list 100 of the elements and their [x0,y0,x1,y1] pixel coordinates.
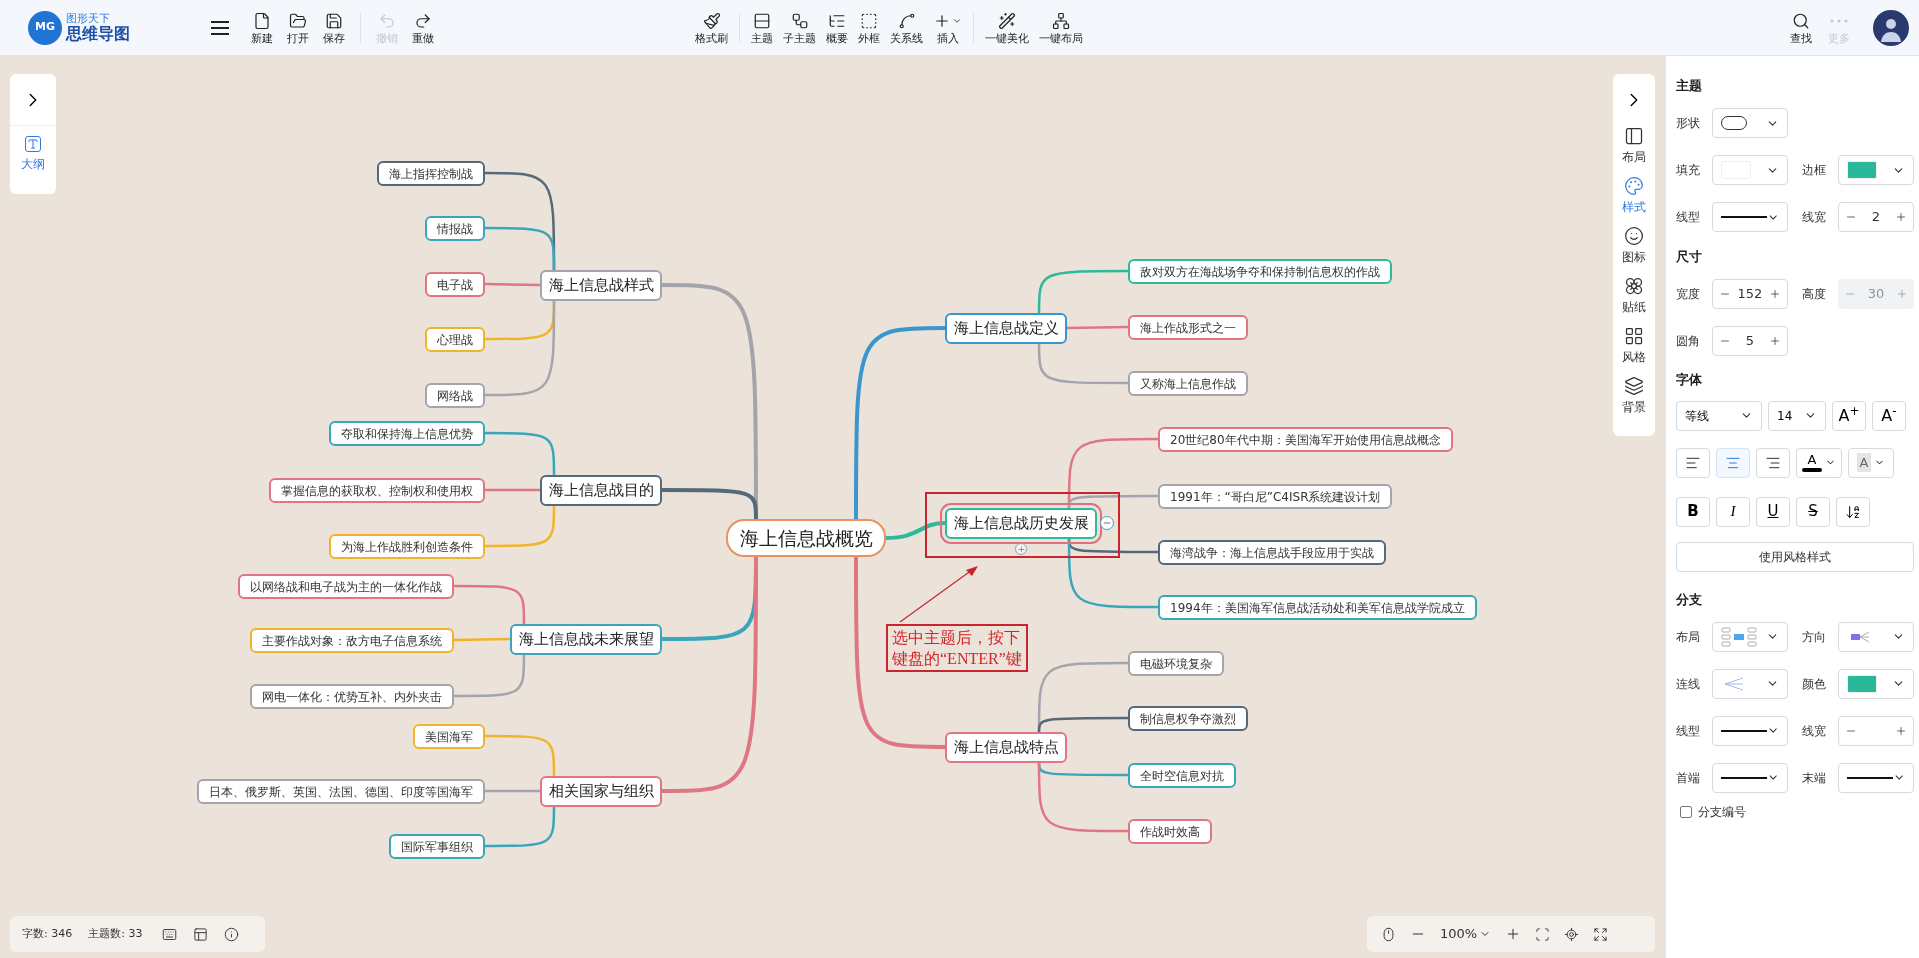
increment-icon[interactable] [1895,724,1907,737]
collapse-button[interactable] [1100,516,1114,530]
align-button[interactable] [1716,447,1750,478]
toolbar-button[interactable]: 主题 [746,11,778,44]
subtopic-node[interactable]: 1994年：美国海军信息战活动处和美军信息战学院成立 [1158,595,1477,620]
topic-node[interactable]: 海上信息战未来展望 [510,624,662,655]
subtopic-node[interactable]: 20世纪80年代中期：美国海军开始使用信息战概念 [1158,427,1453,452]
toolbar-button[interactable]: 外框 [853,11,885,44]
side-rail-tab[interactable]: 样式 [1622,176,1646,216]
outline-tab[interactable]: 大纲 [21,136,45,173]
root-topic-node[interactable]: 海上信息战概览 [726,519,886,557]
locate-icon[interactable] [1564,926,1580,942]
topic-node[interactable]: 相关国家与组织 [540,776,662,807]
side-rail-tab[interactable]: 背景 [1622,376,1646,416]
sort-button[interactable] [1836,496,1870,527]
more-icon [1830,18,1848,23]
line-style-select[interactable] [1712,202,1788,232]
text-style-button[interactable]: U [1756,496,1790,527]
subtopic-node[interactable]: 海湾战争：海上信息战手段应用于实战 [1158,540,1386,565]
subtopic-node[interactable]: 为海上作战胜利创造条件 [329,534,485,559]
subtopic-node[interactable]: 掌握信息的获取权、控制权和使用权 [269,478,485,503]
info-icon[interactable] [224,926,240,942]
highlight-color-select[interactable]: A [1848,447,1894,478]
subtopic-node[interactable]: 作战时效高 [1128,819,1212,844]
toolbar-button[interactable]: 概要 [821,11,853,44]
subtopic-node[interactable]: 网电一体化：优势互补、内外夹击 [250,684,454,709]
subtopic-node[interactable]: 海上作战形式之一 [1128,315,1248,340]
subtopic-node[interactable]: 海上指挥控制战 [377,161,485,186]
menu-button[interactable] [210,19,230,36]
subtopic-node[interactable]: 1991年：“哥白尼”C4ISR系统建设计划 [1158,484,1393,509]
align-button[interactable] [1756,447,1790,478]
branch-layout-select[interactable] [1712,621,1788,652]
font-family-select[interactable]: 等线 [1676,400,1762,431]
keyboard-icon[interactable] [162,926,178,942]
subtopic-node[interactable]: 以网络战和电子战为主的一体化作战 [238,574,454,599]
checkbox[interactable] [1680,806,1692,818]
fullscreen-icon[interactable] [1593,926,1609,942]
text-style-button[interactable]: I [1716,496,1750,527]
subtopic-node[interactable]: 美国海军 [413,724,485,749]
dashed-square-icon [860,11,878,30]
subtopic-node[interactable]: 心理战 [425,327,485,352]
subtopic-node[interactable]: 电子战 [425,272,485,297]
direction-select[interactable] [1838,621,1914,652]
subtopic-node[interactable]: 电磁环境复杂 [1128,651,1224,676]
fit-icon[interactable] [1535,926,1551,942]
font-size-select[interactable]: 14 [1768,400,1826,431]
side-rail-tab[interactable]: 布局 [1622,126,1646,166]
toolbar-button[interactable]: 一键美化 [980,11,1034,44]
subtopic-node[interactable]: 敌对双方在海战场争夺和保持制信息权的作战 [1128,259,1392,284]
font-grow-button[interactable]: A$^{+}$ [1832,400,1866,431]
avatar[interactable] [1873,9,1909,46]
subtopic-node[interactable]: 主要作战对象：敌方电子信息系统 [250,628,454,653]
subtopic-node[interactable]: 情报战 [425,216,485,241]
start-cap-select[interactable] [1712,762,1788,793]
increment-icon[interactable] [1769,334,1781,347]
side-rail-tab[interactable]: 风格 [1622,326,1646,366]
mouse-icon[interactable] [1381,926,1396,942]
toolbar-button[interactable]: 打开 [282,11,314,44]
font-shrink-button[interactable]: A$^{-}$ [1872,400,1906,431]
apply-style-button[interactable]: 使用风格样式 [1676,541,1914,572]
toolbar-button[interactable]: 关系线 [885,11,928,44]
toolbar-button[interactable]: 重做 [407,11,439,44]
subtopic-node[interactable]: 网络战 [425,383,485,408]
toolbar-button[interactable]: 插入 [928,11,967,44]
toolbar-button[interactable]: 新建 [246,11,278,44]
subtopic-node[interactable]: 夺取和保持海上信息优势 [329,421,485,446]
increment-icon[interactable] [1769,287,1781,300]
topic-node[interactable]: 海上信息战特点 [945,732,1067,763]
increment-icon[interactable] [1895,211,1907,223]
branch-line-style-select[interactable] [1712,715,1788,746]
border-select[interactable] [1838,155,1914,185]
width-stepper[interactable]: 152 [1712,278,1788,309]
toolbar-button[interactable]: 子主题 [778,11,821,44]
text-style-button[interactable]: B [1676,496,1710,527]
side-rail-tab[interactable]: 图标 [1622,226,1646,266]
radius-stepper[interactable]: 5 [1712,325,1788,356]
topic-node[interactable]: 海上信息战样式 [540,270,662,301]
topic-node[interactable]: 海上信息战定义 [945,313,1067,344]
layout-icon[interactable] [193,926,209,942]
toolbar-button[interactable]: 查找 [1785,11,1817,44]
toolbar-button[interactable]: 保存 [318,11,350,44]
add-button[interactable] [1015,543,1027,555]
subtopic-node[interactable]: 全时空信息对抗 [1128,763,1236,788]
end-cap-select[interactable] [1838,762,1914,793]
subtopic-node[interactable]: 日本、俄罗斯、英国、法国、德国、印度等国海军 [197,779,485,804]
numbering-checkbox[interactable]: 分支编号 [1680,803,1915,821]
side-rail-tab[interactable]: 贴纸 [1622,276,1646,316]
align-button[interactable] [1676,447,1710,478]
subtopic-node[interactable]: 国际军事组织 [389,834,485,859]
topic-node[interactable]: 海上信息战目的 [540,475,662,506]
subtopic-node[interactable]: 制信息权争夺激烈 [1128,706,1248,731]
text-style-button[interactable]: S [1796,496,1830,527]
branch-color-select[interactable] [1838,668,1914,699]
toolbar-button[interactable]: 一键布局 [1034,11,1088,44]
line-width-stepper[interactable]: 2 [1838,202,1914,232]
toolbar-button[interactable]: 格式刷 [690,11,733,44]
shape-select[interactable] [1712,108,1788,138]
font-color-select[interactable]: A [1796,447,1842,478]
subtopic-node[interactable]: 又称海上信息作战 [1128,371,1248,396]
zoom-select[interactable]: 100% [1440,924,1492,944]
